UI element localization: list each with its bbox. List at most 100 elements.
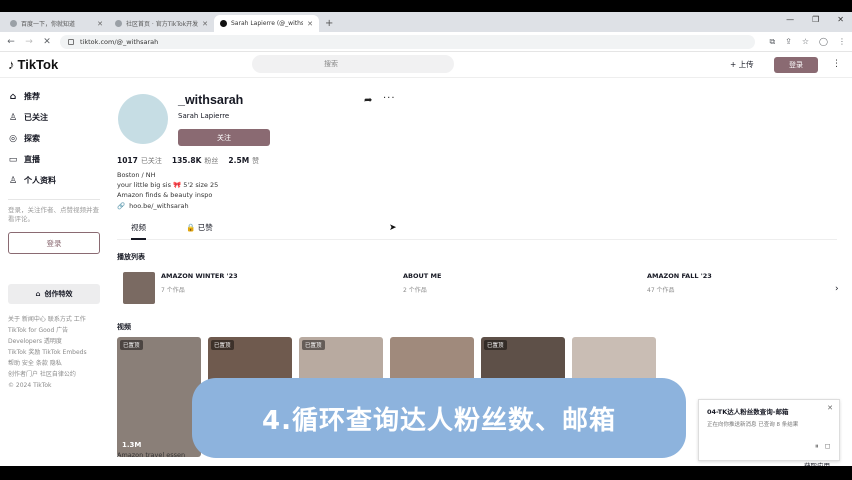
avatar[interactable] <box>118 94 168 144</box>
new-tab-button[interactable]: + <box>319 15 339 32</box>
follow-button[interactable]: 关注 <box>178 129 270 146</box>
sidebar-footer: 关于 新闻中心 联系方式 工作 TikTok for Good 广告 Devel… <box>0 314 108 391</box>
upload-button[interactable]: + 上传 <box>730 59 754 70</box>
minimize-icon[interactable]: — <box>786 15 794 24</box>
playlist-card[interactable]: AMAZON WINTER '23 7 个作品 <box>123 272 238 304</box>
playlist-name: AMAZON WINTER '23 <box>161 272 238 280</box>
footer-line[interactable]: TikTok for Good 广告 <box>8 325 100 336</box>
footer-line[interactable]: Developers 透明度 <box>8 336 100 347</box>
profile-icon: ♙ <box>8 175 18 186</box>
sidebar-login-button[interactable]: 登录 <box>8 232 100 254</box>
tab-liked[interactable]: 🔒 已赞 <box>186 222 213 240</box>
letterbox-bottom <box>0 466 852 480</box>
tab-videos[interactable]: 视频 <box>131 222 146 240</box>
effects-icon: ⌂ <box>35 290 41 298</box>
sidebar-item-live[interactable]: ▭ 直播 <box>0 149 108 170</box>
link-icon: 🔗 <box>117 202 126 210</box>
notification-popup: 04-TK达人粉丝数查询-邮箱 ✕ 正在向你推送新消息 已查询 8 条结果 ⏸ … <box>698 399 840 461</box>
footer-line[interactable]: 关于 新闻中心 联系方式 工作 <box>8 314 100 325</box>
share-page-icon[interactable]: ⇪ <box>785 37 792 47</box>
stat-value: 135.8K <box>171 156 202 165</box>
explore-icon: ◎ <box>9 133 17 144</box>
browser-tab-active[interactable]: Sarah Lapierre (@_withsarah✕ <box>214 15 319 32</box>
close-tab-icon[interactable]: ✕ <box>307 20 313 28</box>
close-tab-icon[interactable]: ✕ <box>97 20 103 28</box>
logo-text: TikTok <box>17 57 59 72</box>
stat-likes: 2.5M 赞 <box>228 156 259 166</box>
sidebar-item-label: 已关注 <box>24 113 48 122</box>
profile-more-icon[interactable]: ··· <box>383 93 396 104</box>
bookmark-star-icon[interactable]: ☆ <box>802 37 809 47</box>
sidebar-item-label: 探索 <box>24 134 40 143</box>
profile-tabs: 视频 🔒 已赞 <box>117 222 837 240</box>
sidebar-item-profile[interactable]: ♙ 个人资料 <box>0 170 108 191</box>
profile-link[interactable]: 🔗 hoo.be/_withsarah <box>117 202 189 210</box>
copyright: © 2024 TikTok <box>8 382 52 389</box>
browser-menu-icon[interactable]: ⋮ <box>838 37 846 47</box>
maximize-icon[interactable]: ❐ <box>812 15 819 24</box>
share-icon[interactable]: ➦ <box>364 95 372 106</box>
header-login-button[interactable]: 登录 <box>774 57 818 73</box>
browser-tab[interactable]: 百度一下，你就知道 ✕ <box>4 15 109 32</box>
profile-icon[interactable]: ◯ <box>819 37 828 47</box>
popup-title: 04-TK达人粉丝数查询-邮箱 <box>707 408 789 416</box>
playlists-row: AMAZON WINTER '23 7 个作品 ABOUT ME 2 个作品 AMA… <box>117 268 839 308</box>
stat-label: 赞 <box>252 157 260 165</box>
footer-line[interactable]: 创作者门户 社区自律公约 <box>8 369 100 380</box>
footer-line[interactable]: 帮助 安全 条款 隐私 <box>8 358 100 369</box>
tab-title: Sarah Lapierre (@_withsarah <box>231 20 304 27</box>
search-input[interactable]: 搜索 <box>252 55 454 73</box>
site-info-icon[interactable] <box>68 38 74 45</box>
playlist-count: 47 个作品 <box>647 287 675 294</box>
stat-followers[interactable]: 135.8K 粉丝 <box>172 156 219 166</box>
profile-stats: 1017 已关注 135.8K 粉丝 2.5M 赞 <box>117 156 259 166</box>
close-window-icon[interactable]: ✕ <box>837 15 844 24</box>
create-effects-button[interactable]: ⌂ 创作特效 <box>8 284 100 304</box>
playlist-count: 7 个作品 <box>161 287 185 294</box>
close-tab-icon[interactable]: ✕ <box>202 20 208 28</box>
playlists-next-icon[interactable]: › <box>835 284 839 294</box>
bio-line: Boston / NH <box>117 171 156 179</box>
playlist-card[interactable]: ABOUT ME 2 个作品 <box>403 272 441 304</box>
video-caption: Amazon travel essen <box>117 451 186 459</box>
videos-title: 视频 <box>117 323 131 331</box>
pinned-badge: 已置顶 <box>484 340 507 350</box>
playlist-name: AMAZON FALL '23 <box>647 272 712 280</box>
tab-title: 社区首页 · 官方TikTok开发者社区 <box>126 21 199 28</box>
video-views: 1.3M <box>122 441 142 449</box>
tutorial-step-banner: 4.循环查询达人粉丝数、邮箱 <box>192 378 686 458</box>
address-bar[interactable]: tiktok.com/@_withsarah <box>60 34 756 49</box>
video-card[interactable]: 已置顶 1.3M <box>117 337 201 457</box>
stat-value: 2.5M <box>228 156 250 165</box>
sidebar-item-explore[interactable]: ◎ 探索 <box>0 128 108 149</box>
back-icon[interactable]: ← <box>6 37 16 47</box>
window-controls: — ❐ ✕ <box>786 15 844 24</box>
sidebar: ⌂ 推荐 ♙ 已关注 ◎ 探索 ▭ 直播 ♙ 个人资料 登录，关注作者、点赞视频并查看评论… <box>0 86 108 391</box>
playlist-count: 2 个作品 <box>403 287 427 294</box>
popup-controls-icon[interactable]: ⏸ ◻ <box>815 442 833 451</box>
stop-loading-icon[interactable]: ✕ <box>42 37 52 47</box>
footer-line[interactable]: TikTok 奖励 TikTok Embeds <box>8 347 100 358</box>
playlist-name: ABOUT ME <box>403 272 442 280</box>
sidebar-item-label: 推荐 <box>24 92 40 101</box>
stat-label: 粉丝 <box>204 157 219 165</box>
url-text: tiktok.com/@_withsarah <box>80 37 159 46</box>
forward-icon[interactable]: → <box>24 37 34 47</box>
sidebar-item-foryou[interactable]: ⌂ 推荐 <box>0 86 108 107</box>
install-app-icon[interactable]: ⧉ <box>769 37 775 47</box>
create-effects-label: 创作特效 <box>44 290 73 298</box>
popup-close-icon[interactable]: ✕ <box>827 404 833 412</box>
tab-favicon-icon <box>115 20 122 27</box>
stat-following[interactable]: 1017 已关注 <box>117 156 162 166</box>
profile-nickname: Sarah Lapierre <box>178 112 230 120</box>
popup-message: 正在向你推送新消息 已查询 8 条结果 <box>707 422 799 428</box>
sidebar-item-following[interactable]: ♙ 已关注 <box>0 107 108 128</box>
tiktok-logo[interactable]: ♪ TikTok <box>8 57 58 72</box>
bio-line: your little big sis 🎀 5'2 size 25 <box>117 181 219 189</box>
mouse-cursor-icon: ➤ <box>389 223 397 233</box>
tab-title: 百度一下，你就知道 <box>21 21 76 28</box>
playlist-card[interactable]: AMAZON FALL '23 47 个作品 <box>647 272 712 304</box>
pinned-badge: 已置顶 <box>211 340 234 350</box>
header-more-icon[interactable]: ⋮ <box>832 59 841 69</box>
browser-tab[interactable]: 社区首页 · 官方TikTok开发者社区✕ <box>109 15 214 32</box>
